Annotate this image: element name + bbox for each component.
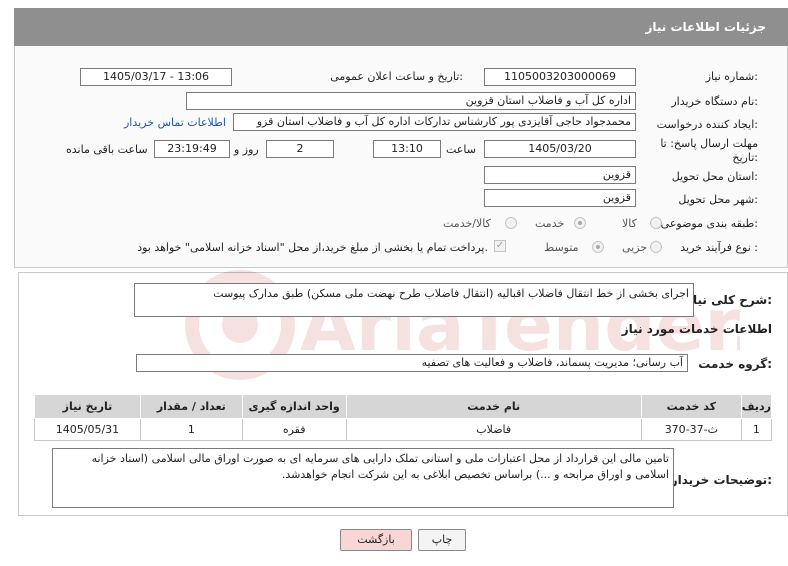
- deadline-date-field[interactable]: 1405/03/20: [484, 140, 636, 158]
- buyer-notes-field[interactable]: تامین مالی این قرارداد از محل اعتبارات م…: [52, 448, 674, 508]
- services-section-title: اطلاعات خدمات مورد نیاز: [621, 322, 772, 336]
- col-service-name: نام خدمت: [345, 394, 642, 419]
- requester-field[interactable]: محمدجواد حاجی آقایزدی پور کارشناس تدارکا…: [233, 113, 636, 131]
- service-group-field[interactable]: آب رسانی؛ مدیریت پسماند، فاضلاب و فعالیت…: [136, 354, 688, 372]
- col-need-date: تاریخ نیاز: [34, 394, 141, 419]
- table-header-row: ردیف کد خدمت نام خدمت واحد اندازه گیری ت…: [34, 394, 773, 419]
- buyer-notes-label: توضیحات خریدار:: [670, 473, 772, 487]
- city-field[interactable]: قزوین: [484, 189, 636, 207]
- treasury-payment-note: پرداخت تمام یا بخشی از مبلغ خرید،از محل …: [137, 241, 488, 254]
- table-row: 1 ث-37-370 فاضلاب فقره 1 1405/05/31: [34, 418, 773, 441]
- category-label: طبقه بندی موضوعی:: [660, 217, 758, 230]
- city-label: شهر محل تحویل:: [678, 193, 758, 206]
- deadline-time-label: ساعت: [446, 143, 476, 156]
- category-goods-service-radio[interactable]: [505, 217, 517, 229]
- need-number-label: شماره نیاز:: [705, 70, 758, 83]
- remaining-time-field[interactable]: 23:19:49: [154, 140, 230, 158]
- requester-label: ایجاد کننده درخواست:: [656, 118, 758, 131]
- remaining-label: ساعت باقی مانده: [66, 143, 148, 156]
- province-field[interactable]: قزوین: [484, 166, 636, 184]
- category-service-label: خدمت: [535, 217, 565, 230]
- col-service-code: کد خدمت: [640, 394, 742, 419]
- buyer-org-label: نام دستگاه خریدار:: [671, 95, 758, 108]
- category-goods-label: کالا: [622, 217, 637, 230]
- cell-quantity: 1: [139, 418, 243, 441]
- deadline-time-field[interactable]: 13:10: [373, 140, 441, 158]
- cell-unit: فقره: [241, 418, 347, 441]
- process-type-label: نوع فرآیند خرید :: [680, 241, 758, 254]
- category-service-radio[interactable]: [574, 217, 586, 229]
- process-minor-label: جزیی: [622, 241, 648, 254]
- col-row-number: ردیف: [740, 394, 773, 419]
- cell-row-number: 1: [740, 418, 773, 441]
- process-medium-radio[interactable]: [592, 241, 604, 253]
- province-label: استان محل تحویل:: [671, 170, 758, 183]
- process-medium-label: متوسط: [544, 241, 579, 254]
- cell-service-code: ث-37-370: [640, 418, 742, 441]
- process-minor-radio[interactable]: [650, 241, 662, 253]
- page-title: جزئیات اطلاعات نیاز: [645, 20, 766, 34]
- buyer-contact-link[interactable]: اطلاعات تماس خریدار: [124, 116, 226, 129]
- days-field[interactable]: 2: [266, 140, 334, 158]
- days-label: روز و: [234, 143, 259, 156]
- category-goods-radio[interactable]: [650, 217, 662, 229]
- buyer-org-field[interactable]: اداره کل آب و فاضلاب استان قزوین: [186, 92, 636, 110]
- col-quantity: تعداد / مقدار: [139, 394, 243, 419]
- back-button[interactable]: بازگشت: [340, 529, 412, 551]
- announce-datetime-field[interactable]: 1405/03/17 - 13:06: [80, 68, 232, 86]
- deadline-label: مهلت ارسال پاسخ: تا تاریخ:: [660, 137, 758, 164]
- category-goods-service-label: کالا/خدمت: [443, 217, 491, 230]
- col-unit: واحد اندازه گیری: [241, 394, 347, 419]
- summary-field[interactable]: اجرای بخشی از خط انتقال فاضلاب اقبالیه (…: [134, 283, 694, 317]
- cell-service-name: فاضلاب: [345, 418, 642, 441]
- panel-header: جزئیات اطلاعات نیاز: [14, 8, 788, 46]
- print-button[interactable]: چاپ: [418, 529, 466, 551]
- service-group-label: گروه خدمت:: [698, 357, 772, 371]
- announce-datetime-label: تاریخ و ساعت اعلان عمومی:: [330, 70, 463, 83]
- services-table: ردیف کد خدمت نام خدمت واحد اندازه گیری ت…: [34, 394, 773, 441]
- summary-label: شرح کلی نیاز:: [686, 293, 772, 307]
- need-number-field[interactable]: 1105003203000069: [484, 68, 636, 86]
- treasury-payment-checkbox[interactable]: ✓: [494, 240, 506, 252]
- cell-need-date: 1405/05/31: [34, 418, 141, 441]
